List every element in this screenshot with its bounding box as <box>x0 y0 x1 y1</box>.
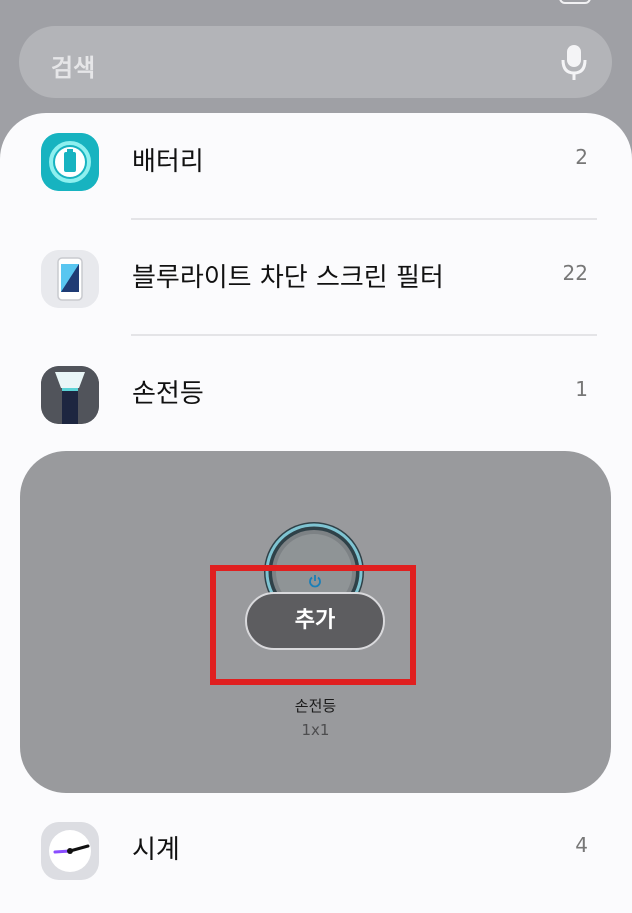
list-item-count: 2 <box>575 145 588 169</box>
list-item-battery[interactable]: 배터리 2 <box>0 105 632 221</box>
list-item-label: 시계 <box>132 835 180 865</box>
bluelight-filter-app-icon <box>41 250 99 308</box>
search-bar[interactable]: 검색 <box>19 26 612 98</box>
search-placeholder: 검색 <box>51 54 96 82</box>
list-item-count: 1 <box>575 377 588 401</box>
status-pill-outline <box>559 0 591 4</box>
list-item-label: 배터리 <box>132 147 204 177</box>
divider <box>131 334 597 336</box>
list-item-label: 손전등 <box>132 379 204 409</box>
widget-size: 1x1 <box>301 721 330 739</box>
widget-preview-popup: 추가 손전등 1x1 <box>20 451 611 793</box>
battery-app-icon <box>41 133 99 191</box>
divider <box>131 218 597 220</box>
list-item-flashlight[interactable]: 손전등 1 <box>0 337 632 453</box>
list-item-count: 22 <box>562 261 588 285</box>
list-item-bluelight-filter[interactable]: 블루라이트 차단 스크린 필터 22 <box>0 221 632 337</box>
list-item-label: 블루라이트 차단 스크린 필터 <box>132 263 444 293</box>
list-item-count: 4 <box>575 833 588 857</box>
flashlight-app-icon <box>41 366 99 424</box>
widget-name: 손전등 <box>294 697 337 715</box>
clock-app-icon <box>41 822 99 880</box>
microphone-icon[interactable] <box>559 43 589 83</box>
highlight-box <box>210 565 416 685</box>
list-item-clock[interactable]: 시계 4 <box>0 793 632 909</box>
